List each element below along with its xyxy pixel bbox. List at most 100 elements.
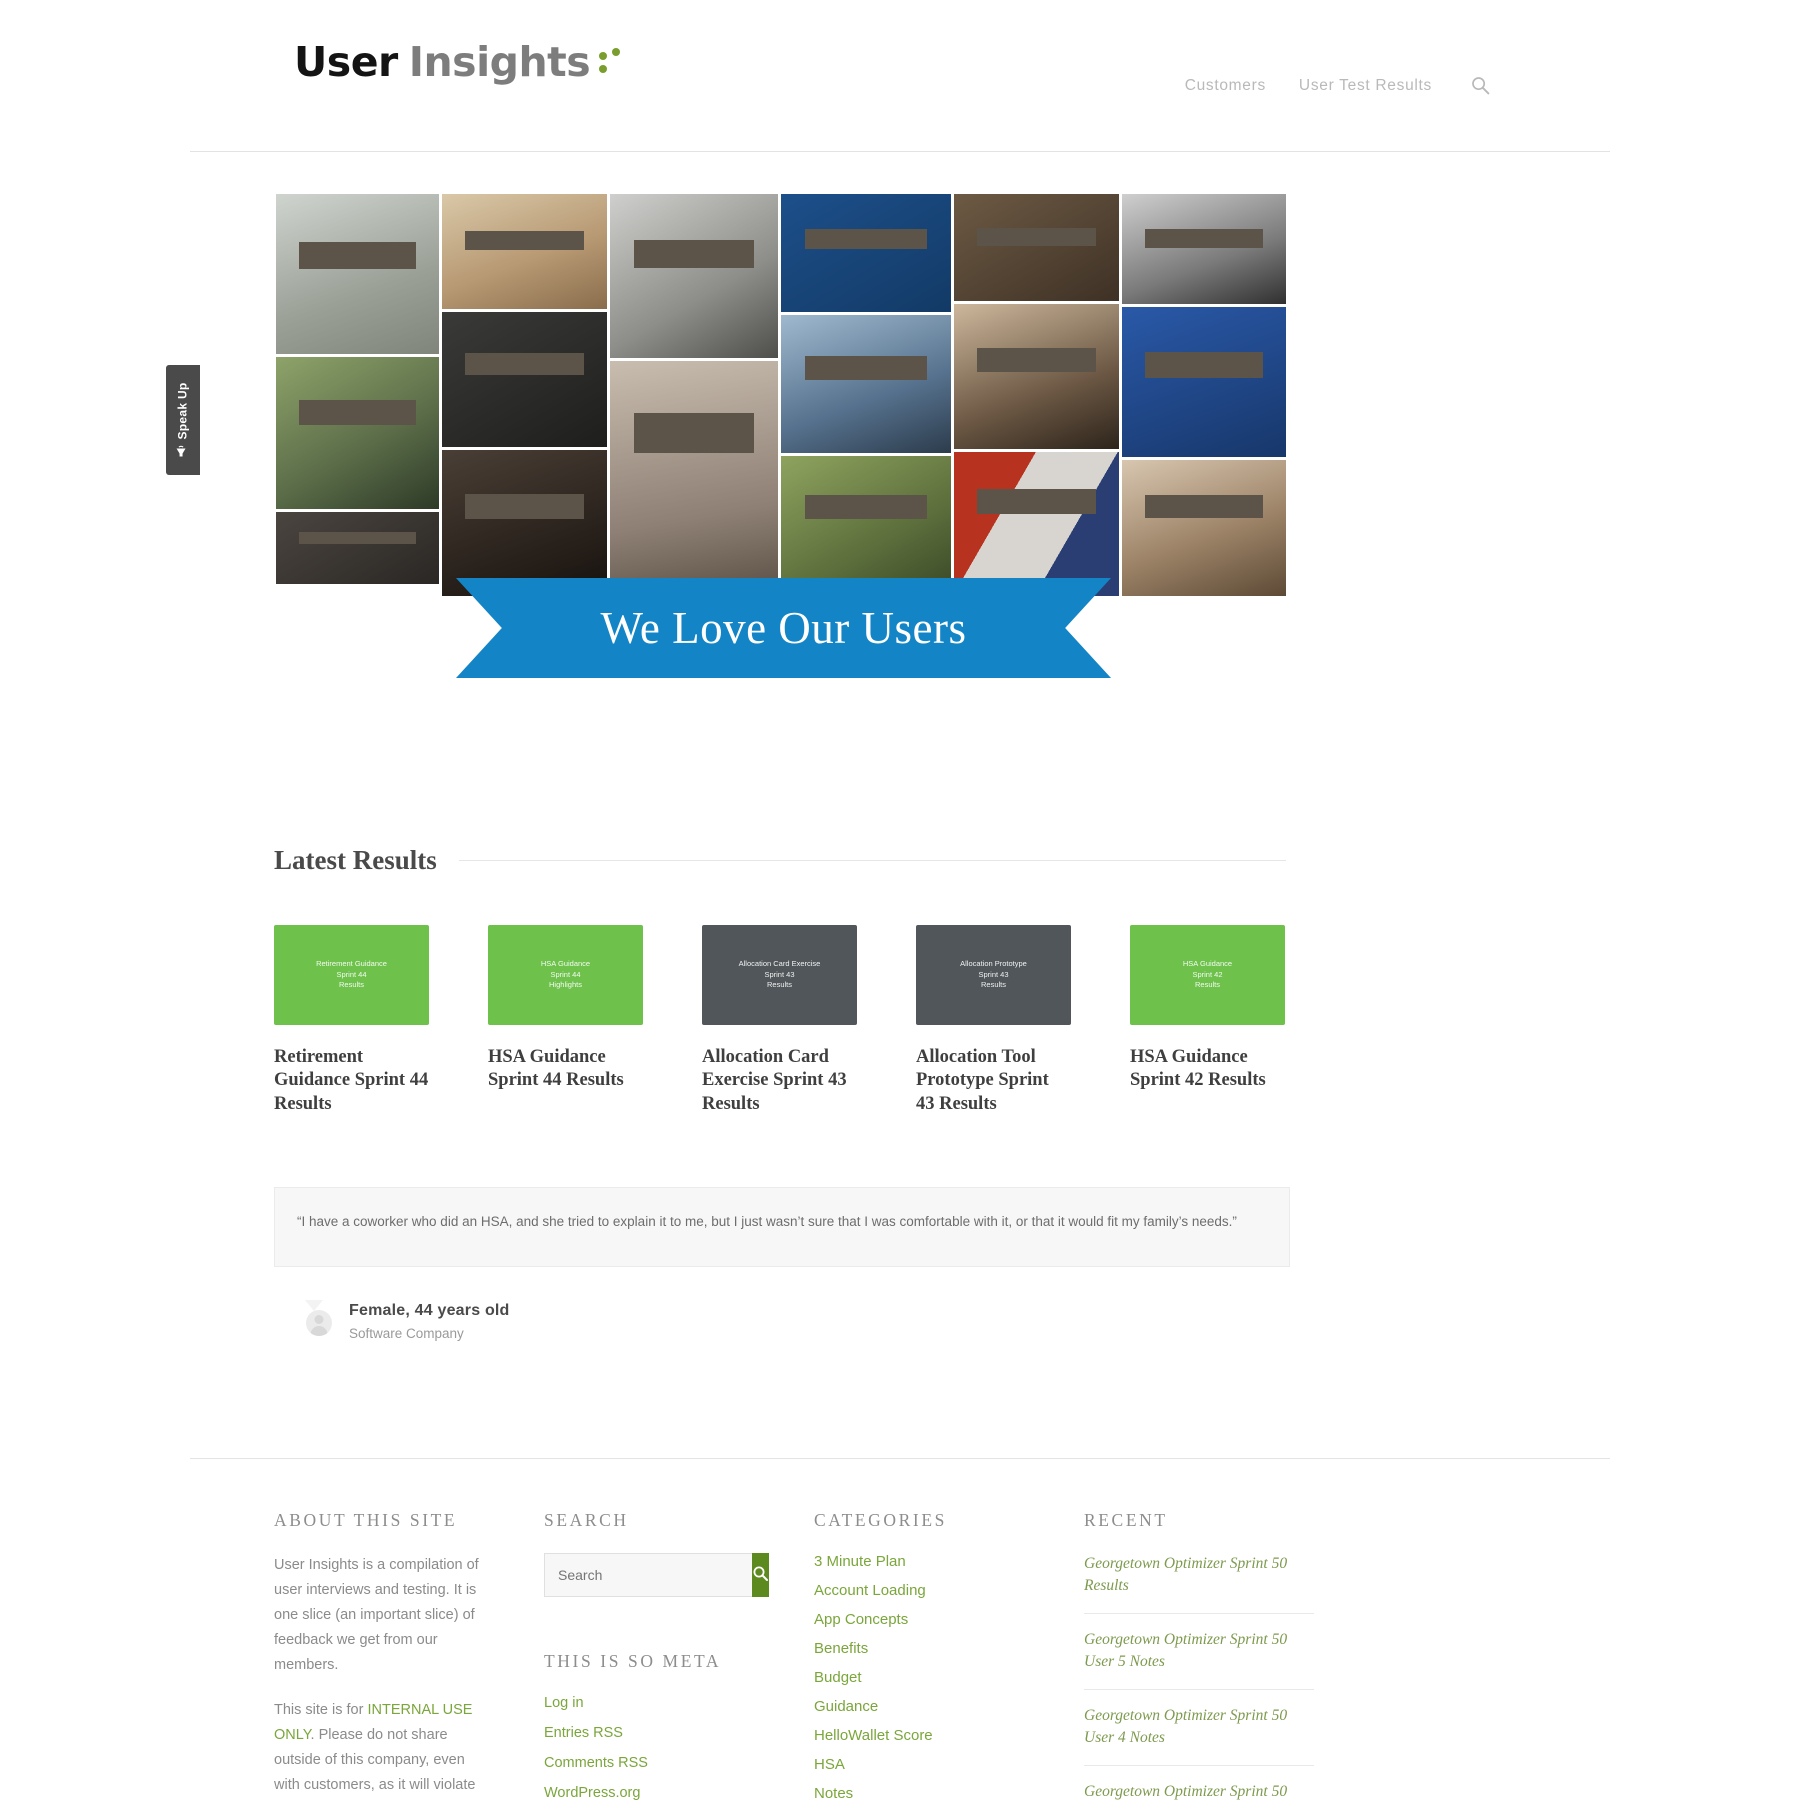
list-item: Benefits [814,1640,1084,1658]
footer-heading-categories: Categories [814,1510,947,1530]
about-lead-text: This site is for [274,1701,368,1718]
footer-column-search: Search This Is So Meta Log in Entries RS… [544,1510,814,1800]
quote-text: “I have a coworker who did an HSA, and s… [297,1214,1237,1229]
recent-post-link[interactable]: Georgetown Optimizer Sprint 50 Results [1084,1553,1314,1598]
list-item: Log in [544,1694,814,1712]
collage-photo [1122,307,1286,457]
result-thumbnail[interactable]: HSA Guidance Sprint 42 Results [1130,925,1285,1025]
nav-item-user-test-results[interactable]: User Test Results [1299,77,1432,95]
logo-dots-icon [599,47,625,77]
category-link[interactable]: Guidance [814,1698,878,1715]
hero-banner-text: We Love Our Users [600,603,967,653]
result-card[interactable]: Allocation Card Exercise Sprint 43 Resul… [702,925,857,1116]
result-thumbnail-label: Retirement Guidance Sprint 44 Results [316,958,387,990]
header-search-icon[interactable] [1471,76,1490,95]
quote-block: “I have a coworker who did an HSA, and s… [274,1187,1290,1267]
collage-photo [1122,460,1286,596]
category-link[interactable]: App Concepts [814,1611,908,1628]
category-link[interactable]: Budget [814,1669,862,1686]
recent-post-link[interactable]: Georgetown Optimizer Sprint 50 User 5 No… [1084,1629,1314,1674]
quote-organization: Software Company [349,1326,464,1341]
category-link[interactable]: 3 Minute Plan [814,1553,906,1570]
result-title[interactable]: Allocation Card Exercise Sprint 43 Resul… [702,1046,857,1116]
divider [458,860,1286,861]
site-footer: About This Site User Insights is a compi… [274,1510,1614,1800]
category-link[interactable]: HSA [814,1756,845,1773]
result-card[interactable]: HSA Guidance Sprint 44 Highlights HSA Gu… [488,925,643,1116]
footer-heading-search: Search [544,1510,629,1530]
speak-up-tab[interactable]: Speak Up [166,365,200,475]
page-title: Latest Results [274,845,437,875]
collage-photo [442,450,607,596]
result-title[interactable]: Allocation Tool Prototype Sprint 43 Resu… [916,1046,1071,1116]
meta-link-entries-rss[interactable]: Entries RSS [544,1725,623,1741]
list-item: 3 Minute Plan [814,1553,1084,1571]
collage-photo [610,361,778,596]
list-item: HSA [814,1756,1084,1774]
quote-attribution: Female, 44 years old Software Company [306,1302,510,1341]
result-thumbnail-label: HSA Guidance Sprint 44 Highlights [540,958,591,990]
result-thumbnail-label: HSA Guidance Sprint 42 Results [1182,958,1233,990]
page-root: User Insights Customers User Test Result… [0,0,1800,1800]
search-icon [752,1565,769,1585]
list-item: Georgetown Optimizer Sprint 50 Results [1084,1553,1314,1614]
category-link[interactable]: Account Loading [814,1582,926,1599]
collage-photo [276,512,439,584]
list-item: App Concepts [814,1611,1084,1629]
recent-post-link[interactable]: Georgetown Optimizer Sprint 50 User 4 No… [1084,1705,1314,1750]
list-item: HelloWallet Score [814,1727,1084,1745]
category-link[interactable]: Benefits [814,1640,868,1657]
list-item: Entries RSS [544,1724,814,1742]
result-title[interactable]: Retirement Guidance Sprint 44 Results [274,1046,429,1116]
result-thumbnail[interactable]: Allocation Card Exercise Sprint 43 Resul… [702,925,857,1025]
search-submit-button[interactable] [752,1553,769,1597]
collage-photo [781,456,951,596]
result-thumbnail[interactable]: HSA Guidance Sprint 44 Highlights [488,925,643,1025]
list-item: Comments RSS [544,1754,814,1772]
list-item: Georgetown Optimizer Sprint 50 User 5 No… [1084,1629,1314,1690]
avatar [306,1310,332,1336]
hero-photo-collage: We Love Our Users [276,194,1286,678]
result-thumbnail[interactable]: Allocation Prototype Sprint 43 Results [916,925,1071,1025]
footer-column-recent: Recent Georgetown Optimizer Sprint 50 Re… [1084,1510,1384,1800]
category-link[interactable]: HelloWallet Score [814,1727,933,1744]
meta-link-login[interactable]: Log in [544,1695,584,1711]
meta-link-wordpress[interactable]: WordPress.org [544,1785,640,1800]
list-item: Guidance [814,1698,1084,1716]
collage-photo [781,194,951,312]
meta-link-list: Log in Entries RSS Comments RSS WordPres… [544,1694,814,1800]
footer-heading-meta: This Is So Meta [544,1651,722,1671]
site-logo[interactable]: User Insights [294,38,625,86]
result-card[interactable]: Allocation Prototype Sprint 43 Results A… [916,925,1071,1116]
nav-item-customers[interactable]: Customers [1185,77,1266,95]
list-item: Georgetown Optimizer Sprint 50 User 4 No… [1084,1705,1314,1766]
footer-heading-about: About This Site [274,1510,458,1530]
hero-banner: We Love Our Users [456,578,1111,678]
megaphone-icon [174,445,192,458]
meta-link-comments-rss[interactable]: Comments RSS [544,1755,648,1771]
divider [190,1458,1610,1459]
collage-photo [954,194,1119,301]
recent-post-link[interactable]: Georgetown Optimizer Sprint 50 User 3 No… [1084,1781,1314,1800]
result-title[interactable]: HSA Guidance Sprint 44 Results [488,1046,643,1093]
list-item: Georgetown Optimizer Sprint 50 User 3 No… [1084,1781,1314,1800]
result-card[interactable]: HSA Guidance Sprint 42 Results HSA Guida… [1130,925,1285,1116]
site-header: User Insights Customers User Test Result… [190,0,1610,152]
search-input[interactable] [544,1553,752,1597]
logo-secondary-text: Insights [408,38,591,86]
result-card[interactable]: Retirement Guidance Sprint 44 Results Re… [274,925,429,1116]
footer-column-about: About This Site User Insights is a compi… [274,1510,544,1800]
about-paragraph-1: User Insights is a compilation of user i… [274,1557,479,1673]
category-link[interactable]: Notes [814,1785,853,1800]
result-thumbnail-label: Allocation Prototype Sprint 43 Results [960,958,1027,990]
collage-photo [442,312,607,447]
collage-photo [781,315,951,453]
result-thumbnail[interactable]: Retirement Guidance Sprint 44 Results [274,925,429,1025]
footer-column-categories: Categories 3 Minute Plan Account Loading… [814,1510,1084,1800]
category-list: 3 Minute Plan Account Loading App Concep… [814,1553,1084,1800]
list-item: Notes [814,1785,1084,1800]
latest-results-header: Latest Results [274,845,1286,876]
collage-photo [610,194,778,358]
collage-photo [954,304,1119,449]
result-title[interactable]: HSA Guidance Sprint 42 Results [1130,1046,1285,1093]
